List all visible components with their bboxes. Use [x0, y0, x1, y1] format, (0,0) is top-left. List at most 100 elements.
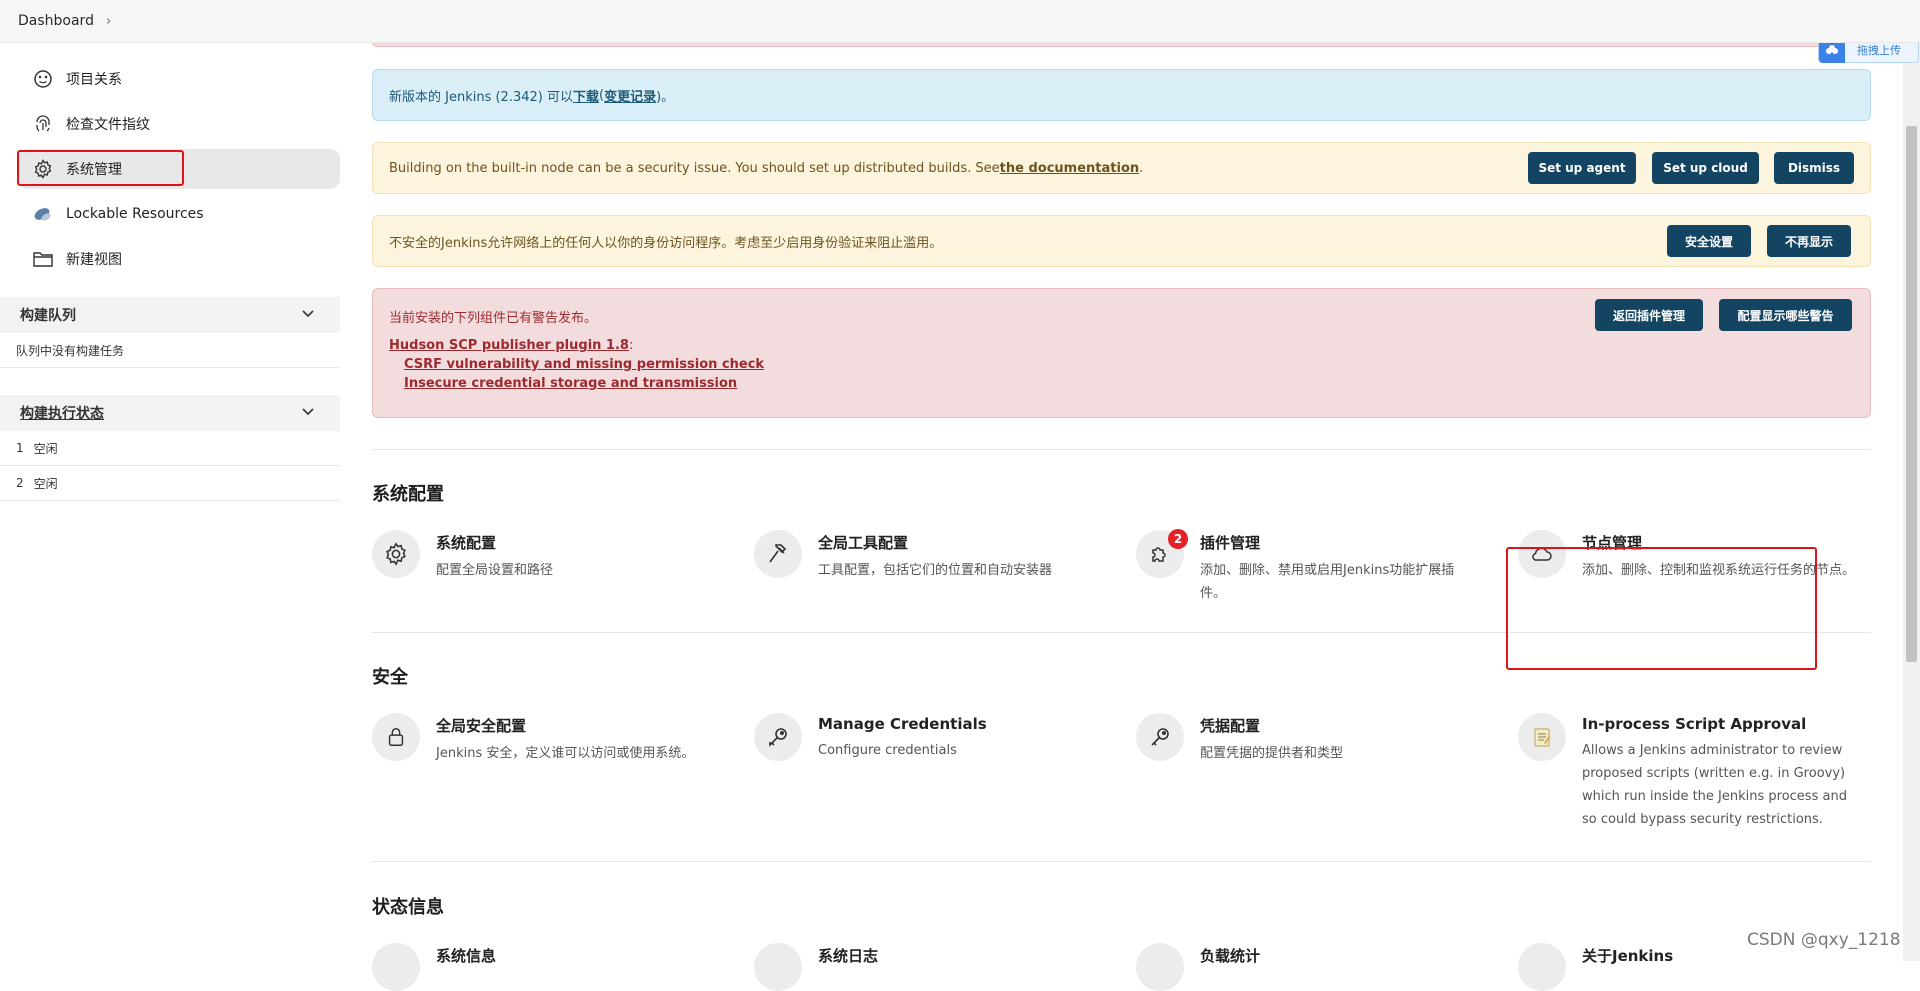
plugin-colon: :	[628, 338, 634, 353]
card-title: 凭据配置	[1200, 717, 1261, 735]
set-up-cloud-button[interactable]: Set up cloud	[1652, 152, 1759, 184]
card-desc: Configure credentials	[818, 743, 957, 758]
card-system-config[interactable]: 系统配置 配置全局设置和路径	[372, 530, 732, 582]
sidebar-item-lockable-resources[interactable]: Lockable Resources	[18, 194, 340, 234]
key-icon	[754, 713, 802, 761]
card-title: Manage Credentials	[818, 715, 987, 733]
card-title: 负载统计	[1200, 947, 1261, 965]
build-queue-empty-text: 队列中没有构建任务	[16, 343, 125, 358]
highlight-box	[1506, 547, 1817, 670]
notepad-icon	[1518, 713, 1566, 761]
sidebar-item-new-view[interactable]: 新建视图	[18, 239, 340, 279]
sidebar: 项目关系 检查文件指纹 系统管理 Lockable Resources 新建视图…	[0, 43, 340, 961]
lock-icon	[372, 713, 420, 761]
builtin-node-alert: Building on the built-in node can be a s…	[372, 142, 1871, 194]
issue-link[interactable]: Insecure credential storage and transmis…	[404, 376, 764, 391]
watermark: CSDN @qxy_1218	[1747, 930, 1901, 950]
section-title-security: 安全	[372, 667, 408, 688]
log-icon	[754, 943, 802, 991]
executor-status: 空闲	[33, 476, 58, 491]
documentation-link[interactable]: the documentation	[1000, 161, 1139, 176]
set-up-agent-button[interactable]: Set up agent	[1528, 152, 1636, 184]
card-manage-credentials[interactable]: Manage Credentials Configure credentials	[754, 713, 1114, 762]
configure-warnings-button[interactable]: 配置显示哪些警告	[1719, 299, 1852, 331]
builtin-node-text: Building on the built-in node can be a s…	[389, 160, 1000, 176]
insecure-alert: 不安全的Jenkins允许网络上的任何人以你的身份访问程序。考虑至少启用身份验证…	[372, 215, 1871, 267]
sidebar-item-manage-jenkins[interactable]: 系统管理	[17, 149, 340, 189]
card-desc: Allows a Jenkins administrator to review…	[1582, 743, 1847, 827]
help-icon	[1518, 943, 1566, 991]
breadcrumb: Dashboard ›	[0, 0, 1920, 43]
update-paren-close: )。	[656, 89, 675, 105]
card-desc: 添加、删除、禁用或启用Jenkins功能扩展插件。	[1200, 563, 1455, 601]
relationship-icon	[32, 68, 54, 90]
section-title-status: 状态信息	[372, 897, 444, 918]
issue-link[interactable]: CSRF vulnerability and missing permissio…	[404, 357, 764, 372]
executor-status-title[interactable]: 构建执行状态	[20, 403, 104, 423]
sidebar-item-label: 检查文件指纹	[66, 117, 150, 133]
hammer-icon	[754, 530, 802, 578]
card-script-approval[interactable]: In-process Script Approval Allows a Jenki…	[1518, 713, 1878, 831]
resource-icon	[32, 203, 54, 225]
executor-status: 空闲	[33, 441, 58, 456]
sidebar-item-label: Lockable Resources	[66, 206, 204, 222]
card-title: 全局工具配置	[818, 534, 909, 552]
section-title-system-config: 系统配置	[372, 484, 444, 505]
monitor-icon	[372, 943, 420, 991]
plugin-warning-text: 当前安装的下列组件已有警告发布。	[389, 311, 598, 326]
dont-show-button[interactable]: 不再显示	[1767, 225, 1851, 257]
card-global-tool-config[interactable]: 全局工具配置工具配置，包括它们的位置和自动安装器	[754, 530, 1114, 582]
changelog-link[interactable]: 变更记录	[604, 86, 656, 105]
puzzle-icon: 2	[1136, 529, 1188, 578]
insecure-text: 不安全的Jenkins允许网络上的任何人以你的身份访问程序。考虑至少启用身份验证…	[389, 235, 943, 251]
notification-badge: 2	[1168, 529, 1188, 549]
build-queue-title: 构建队列	[20, 308, 76, 324]
chevron-down-icon[interactable]	[300, 403, 316, 423]
card-desc: Jenkins 安全，定义谁可以访问或使用系统。	[436, 746, 695, 761]
plugin-link[interactable]: Hudson SCP publisher plugin 1.8	[389, 338, 629, 353]
sidebar-item-label: 新建视图	[66, 252, 122, 268]
card-title: 全局安全配置	[436, 717, 527, 735]
card-title: 关于Jenkins	[1582, 947, 1674, 965]
build-queue-header[interactable]: 构建队列	[0, 297, 340, 333]
folder-icon	[32, 248, 54, 270]
executor-status-header[interactable]: 构建执行状态	[0, 395, 340, 431]
builtin-node-suffix: .	[1139, 160, 1144, 176]
highlight-box	[17, 150, 184, 186]
back-to-plugin-manager-button[interactable]: 返回插件管理	[1595, 299, 1703, 331]
card-title: 系统日志	[818, 947, 879, 965]
card-title: 系统信息	[436, 947, 497, 965]
sidebar-item-fingerprint[interactable]: 检查文件指纹	[18, 104, 340, 144]
build-queue-empty: 队列中没有构建任务	[0, 333, 340, 368]
breadcrumb-dashboard[interactable]: Dashboard	[18, 13, 94, 29]
chevron-down-icon[interactable]	[300, 305, 316, 325]
scrollbar-thumb[interactable]	[1906, 126, 1917, 662]
card-about-jenkins[interactable]: 关于Jenkins	[1518, 943, 1878, 991]
plugin-warning-alert: 当前安装的下列组件已有警告发布。 Hudson SCP publisher pl…	[372, 288, 1871, 418]
update-alert: 新版本的 Jenkins (2.342) 可以 下载 ( 变更记录 )。	[372, 69, 1871, 121]
executor-row: 2 空闲	[0, 466, 340, 501]
gauge-icon	[1136, 943, 1184, 991]
card-plugin-manager[interactable]: 2 插件管理添加、删除、禁用或启用Jenkins功能扩展插件。	[1136, 529, 1496, 605]
card-credential-config[interactable]: 凭据配置配置凭据的提供者和类型	[1136, 713, 1496, 765]
executor-number: 1	[16, 441, 24, 455]
card-desc: 工具配置，包括它们的位置和自动安装器	[818, 563, 1053, 578]
fingerprint-icon	[32, 113, 54, 135]
download-link[interactable]: 下载	[573, 86, 599, 105]
key-icon	[1136, 713, 1184, 761]
card-title: In-process Script Approval	[1582, 715, 1807, 733]
security-settings-button[interactable]: 安全设置	[1667, 225, 1751, 257]
card-title: 插件管理	[1200, 534, 1261, 552]
card-title: 系统配置	[436, 534, 497, 552]
card-desc: 配置凭据的提供者和类型	[1200, 746, 1344, 761]
card-system-info[interactable]: 系统信息	[372, 943, 732, 991]
card-global-security[interactable]: 全局安全配置 Jenkins 安全，定义谁可以访问或使用系统。	[372, 713, 732, 765]
dismiss-button[interactable]: Dismiss	[1774, 152, 1854, 184]
card-load-statistics[interactable]: 负载统计	[1136, 943, 1496, 991]
sidebar-item-relationship[interactable]: 项目关系	[18, 59, 340, 99]
chevron-right-icon[interactable]: ›	[106, 14, 111, 29]
card-system-log[interactable]: 系统日志	[754, 943, 1114, 991]
executor-row: 1 空闲	[0, 431, 340, 466]
executor-number: 2	[16, 476, 24, 490]
plugin-warning-content: 当前安装的下列组件已有警告发布。 Hudson SCP publisher pl…	[389, 307, 764, 391]
